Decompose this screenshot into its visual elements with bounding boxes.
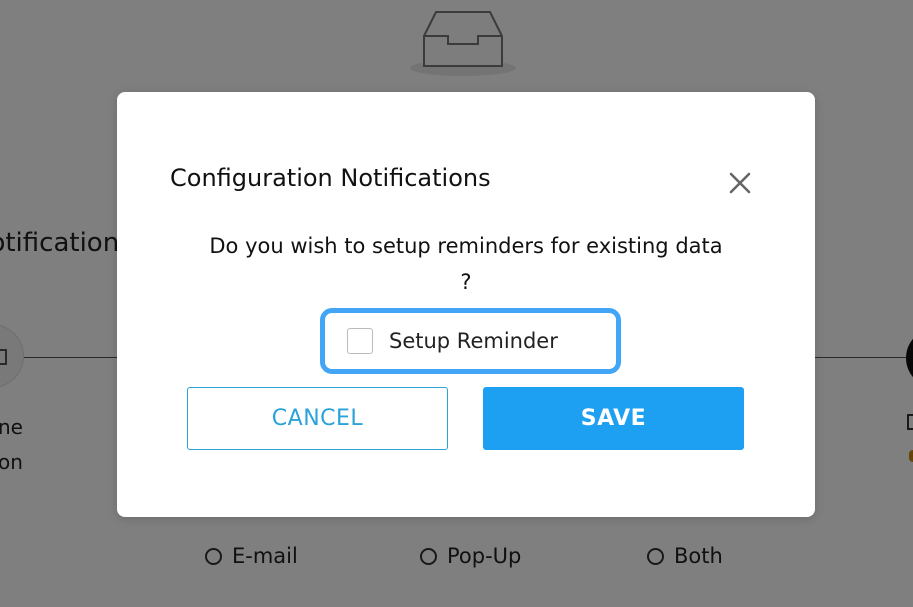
close-button[interactable] [723,166,757,200]
configuration-notifications-dialog: Configuration Notifications Do you wish … [117,92,815,517]
setup-reminder-checkbox[interactable] [347,328,373,354]
save-button[interactable]: SAVE [483,387,744,450]
cancel-button[interactable]: CANCEL [187,387,448,450]
setup-reminder-option[interactable]: Setup Reminder [320,308,621,374]
page: Notifications ne on E-mail Pop-Up Both C… [0,0,913,607]
dialog-message: Do you wish to setup reminders for exist… [209,234,723,294]
close-icon [729,172,751,194]
dialog-title: Configuration Notifications [170,164,491,192]
setup-reminder-label[interactable]: Setup Reminder [389,329,558,353]
